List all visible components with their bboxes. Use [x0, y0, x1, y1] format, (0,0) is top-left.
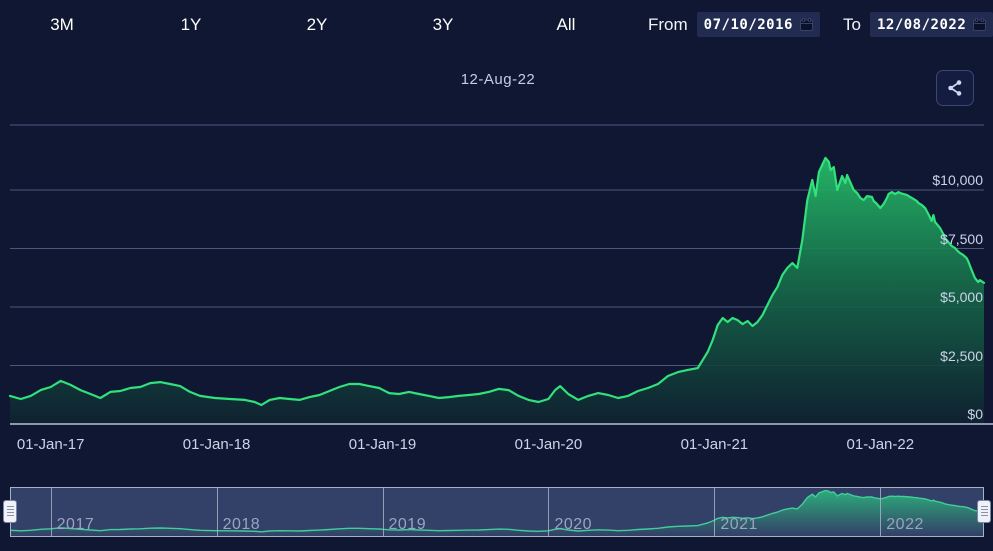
navigator-left-handle[interactable]	[3, 500, 17, 523]
from-label: From	[648, 15, 688, 35]
navigator-year-label: 2019	[389, 516, 427, 534]
navigator-year-divider	[383, 488, 384, 536]
to-date-group: To 12/08/2022	[843, 12, 993, 37]
share-icon	[945, 78, 965, 98]
x-tick-label: 01-Jan-18	[183, 436, 251, 453]
from-date-value: 07/10/2016	[704, 17, 793, 33]
range-button-3y[interactable]: 3Y	[427, 13, 460, 37]
navigator-year-divider	[880, 488, 881, 536]
from-date-group: From 07/10/2016	[648, 12, 820, 37]
navigator-mini-chart	[11, 488, 983, 536]
y-tick-label: $7,500	[940, 231, 983, 247]
x-tick-label: 01-Jan-19	[349, 436, 417, 453]
price-line	[10, 158, 984, 405]
navigator-year-divider	[548, 488, 549, 536]
range-button-all[interactable]: All	[551, 13, 582, 37]
x-tick-label: 01-Jan-20	[515, 436, 583, 453]
x-tick-label: 01-Jan-21	[681, 436, 749, 453]
navigator-right-handle[interactable]	[977, 500, 991, 523]
y-tick-label: $0	[967, 406, 983, 422]
from-date-input[interactable]: 07/10/2016	[697, 12, 820, 37]
grip-lines-icon	[7, 506, 14, 517]
price-area-fill	[10, 158, 984, 424]
y-tick-label: $10,000	[932, 172, 983, 188]
range-button-3m[interactable]: 3M	[44, 13, 80, 37]
navigator-year-divider	[217, 488, 218, 536]
grip-lines-icon	[981, 506, 988, 517]
to-date-value: 12/08/2022	[877, 17, 966, 33]
x-tick-label: 01-Jan-22	[847, 436, 915, 453]
navigator-year-label: 2021	[720, 516, 758, 534]
calendar-icon[interactable]	[800, 18, 813, 31]
navigator-year-label: 2020	[554, 516, 592, 534]
calendar-icon[interactable]	[973, 18, 986, 31]
y-tick-label: $2,500	[940, 348, 983, 364]
range-navigator[interactable]: 2017 2018 2019 2020 2021 2022	[10, 487, 984, 537]
price-chart-app: 3M 1Y 2Y 3Y All From 07/10/2016 To 12/08…	[0, 0, 993, 551]
x-tick-label: 01-Jan-17	[17, 436, 85, 453]
range-button-2y[interactable]: 2Y	[301, 13, 334, 37]
share-button[interactable]	[936, 70, 974, 106]
to-label: To	[843, 15, 861, 35]
navigator-year-label: 2018	[223, 516, 261, 534]
y-tick-label: $5,000	[940, 289, 983, 305]
to-date-input[interactable]: 12/08/2022	[870, 12, 993, 37]
navigator-year-divider	[51, 488, 52, 536]
range-button-1y[interactable]: 1Y	[175, 13, 208, 37]
hover-date-label: 12-Aug-22	[461, 71, 536, 88]
navigator-year-label: 2017	[57, 516, 95, 534]
navigator-year-divider	[714, 488, 715, 536]
navigator-year-label: 2022	[886, 516, 924, 534]
